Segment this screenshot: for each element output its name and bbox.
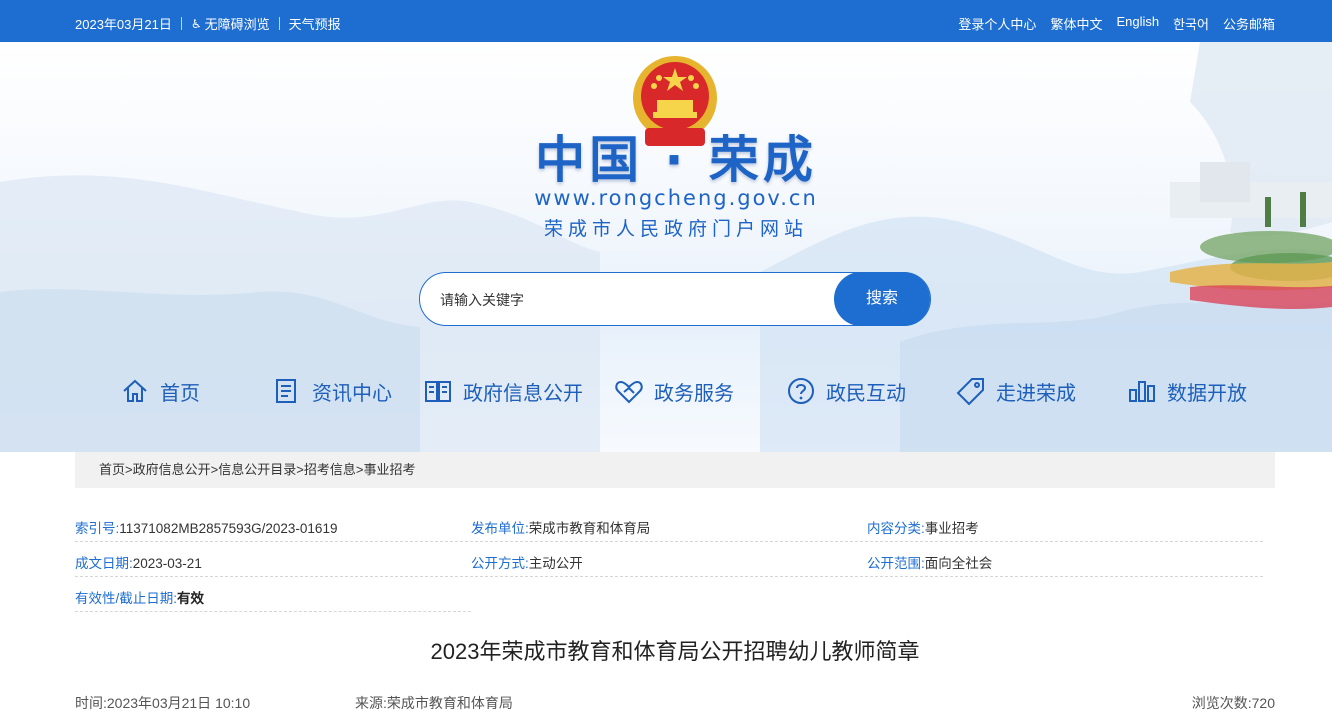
meta-label: 公开方式: (471, 556, 529, 571)
meta-validity: 有效性/截止日期:有效 (75, 587, 204, 607)
search-box: 搜索 (419, 272, 931, 326)
nav-item-home[interactable]: 首页 (120, 376, 200, 406)
site-url: www.rongcheng.gov.cn (534, 186, 818, 210)
book-icon (425, 381, 451, 402)
nav-item-about[interactable]: 走进荣成 (956, 376, 1076, 406)
divider (180, 17, 182, 30)
meta-index: 索引号:11371082MB2857593G/2023-01619 (75, 517, 337, 537)
login-link[interactable]: 登录个人中心 (958, 14, 1036, 33)
top-bar-left: 2023年03月21日 ♿ 无障碍浏览 天气预报 (75, 14, 341, 33)
news-icon (276, 379, 296, 403)
breadcrumb-gov-info[interactable]: 政府信息公开 (133, 462, 211, 477)
meta-row: 成文日期:2023-03-21 公开方式:主动公开 公开范围:面向全社会 (75, 542, 1263, 577)
breadcrumb-separator: > (296, 462, 304, 477)
handshake-icon (615, 380, 643, 404)
top-bar: 2023年03月21日 ♿ 无障碍浏览 天气预报 登录个人中心 繁体中文 Eng… (0, 0, 1332, 42)
meta-value: 有效 (177, 591, 205, 606)
nav-label: 资讯中心 (312, 382, 392, 405)
meta-label: 索引号: (75, 521, 120, 536)
meta-label: 内容分类: (867, 521, 925, 536)
meta-label: 成文日期: (75, 556, 133, 571)
meta-value: 2023-03-21 (132, 556, 202, 571)
breadcrumb-home[interactable]: 首页 (99, 462, 125, 477)
publish-time: 时间:2023年03月21日 10:10 (75, 695, 251, 711)
current-date: 2023年03月21日 (75, 17, 172, 32)
top-bar-right: 登录个人中心 繁体中文 English 한국어 公务邮箱 (944, 14, 1275, 33)
meta-value: 事业招考 (924, 521, 979, 536)
nav-label: 走进荣成 (996, 382, 1076, 405)
divider (278, 17, 280, 30)
view-count: 浏览次数:720 (1191, 695, 1275, 711)
meta-row: 索引号:11371082MB2857593G/2023-01619 发布单位:荣… (75, 507, 1263, 542)
nav-label: 政务服务 (654, 382, 734, 405)
nav-item-gov-info[interactable]: 政府信息公开 (423, 376, 583, 406)
meta-category: 内容分类:事业招考 (867, 517, 979, 537)
site-title: 中国 · 荣成 (535, 131, 817, 189)
home-icon (123, 379, 147, 402)
breadcrumb-separator: > (125, 462, 133, 477)
question-icon (788, 378, 814, 404)
nav-label: 政民互动 (826, 382, 906, 405)
nav-label: 数据开放 (1167, 382, 1247, 405)
nav-label: 首页 (160, 382, 200, 405)
tag-icon (956, 378, 984, 406)
wheelchair-icon: ♿ (190, 16, 202, 31)
nav-item-services[interactable]: 政务服务 (614, 376, 734, 406)
meta-value: 荣成市教育和体育局 (528, 521, 651, 536)
meta-value: 11371082MB2857593G/2023-01619 (119, 521, 338, 536)
site-subtitle: 荣成市人民政府门户网站 (543, 218, 808, 240)
meta-label: 有效性/截止日期: (75, 591, 178, 606)
meta-label: 公开范围: (867, 556, 925, 571)
meta-row: 有效性/截止日期:有效 (75, 577, 471, 612)
nav-item-interaction[interactable]: 政民互动 (786, 376, 906, 406)
korean-link[interactable]: 한국어 (1173, 14, 1209, 33)
accessibility-link[interactable]: ♿ 无障碍浏览 (191, 14, 270, 33)
meta-value: 面向全社会 (924, 556, 993, 571)
article-source: 来源:荣成市教育和体育局 (355, 695, 513, 711)
article-title: 2023年荣成市教育和体育局公开招聘幼儿教师简章 (430, 639, 920, 664)
breadcrumb-public-institution[interactable]: 事业招考 (363, 462, 415, 477)
search-button[interactable]: 搜索 (834, 272, 930, 326)
english-link[interactable]: English (1116, 14, 1159, 33)
meta-scope: 公开范围:面向全社会 (867, 552, 992, 572)
search-input[interactable] (440, 287, 820, 313)
breadcrumb-recruitment[interactable]: 招考信息 (304, 462, 356, 477)
nav-item-news[interactable]: 资讯中心 (272, 376, 392, 406)
meta-method: 公开方式:主动公开 (471, 552, 583, 572)
nav-item-open-data[interactable]: 数据开放 (1127, 376, 1247, 406)
traditional-chinese-link[interactable]: 繁体中文 (1050, 14, 1102, 33)
nav-label: 政府信息公开 (463, 382, 583, 405)
meta-publisher: 发布单位:荣成市教育和体育局 (471, 517, 650, 537)
accessibility-label: 无障碍浏览 (204, 17, 270, 32)
breadcrumb: 首页>政府信息公开>信息公开目录>招考信息>事业招考 (75, 452, 1275, 488)
bar-chart-icon (1129, 381, 1155, 402)
main-nav: 首页 资讯中心 政府信息公开 政务服务 政民互动 走进荣成 数据开放 (0, 376, 1332, 412)
breadcrumb-catalog[interactable]: 信息公开目录 (218, 462, 296, 477)
meta-value: 主动公开 (528, 556, 583, 571)
weather-link[interactable]: 天气预报 (289, 14, 341, 33)
meta-label: 发布单位: (471, 521, 529, 536)
meta-date: 成文日期:2023-03-21 (75, 552, 202, 572)
official-mail-link[interactable]: 公务邮箱 (1223, 14, 1275, 33)
